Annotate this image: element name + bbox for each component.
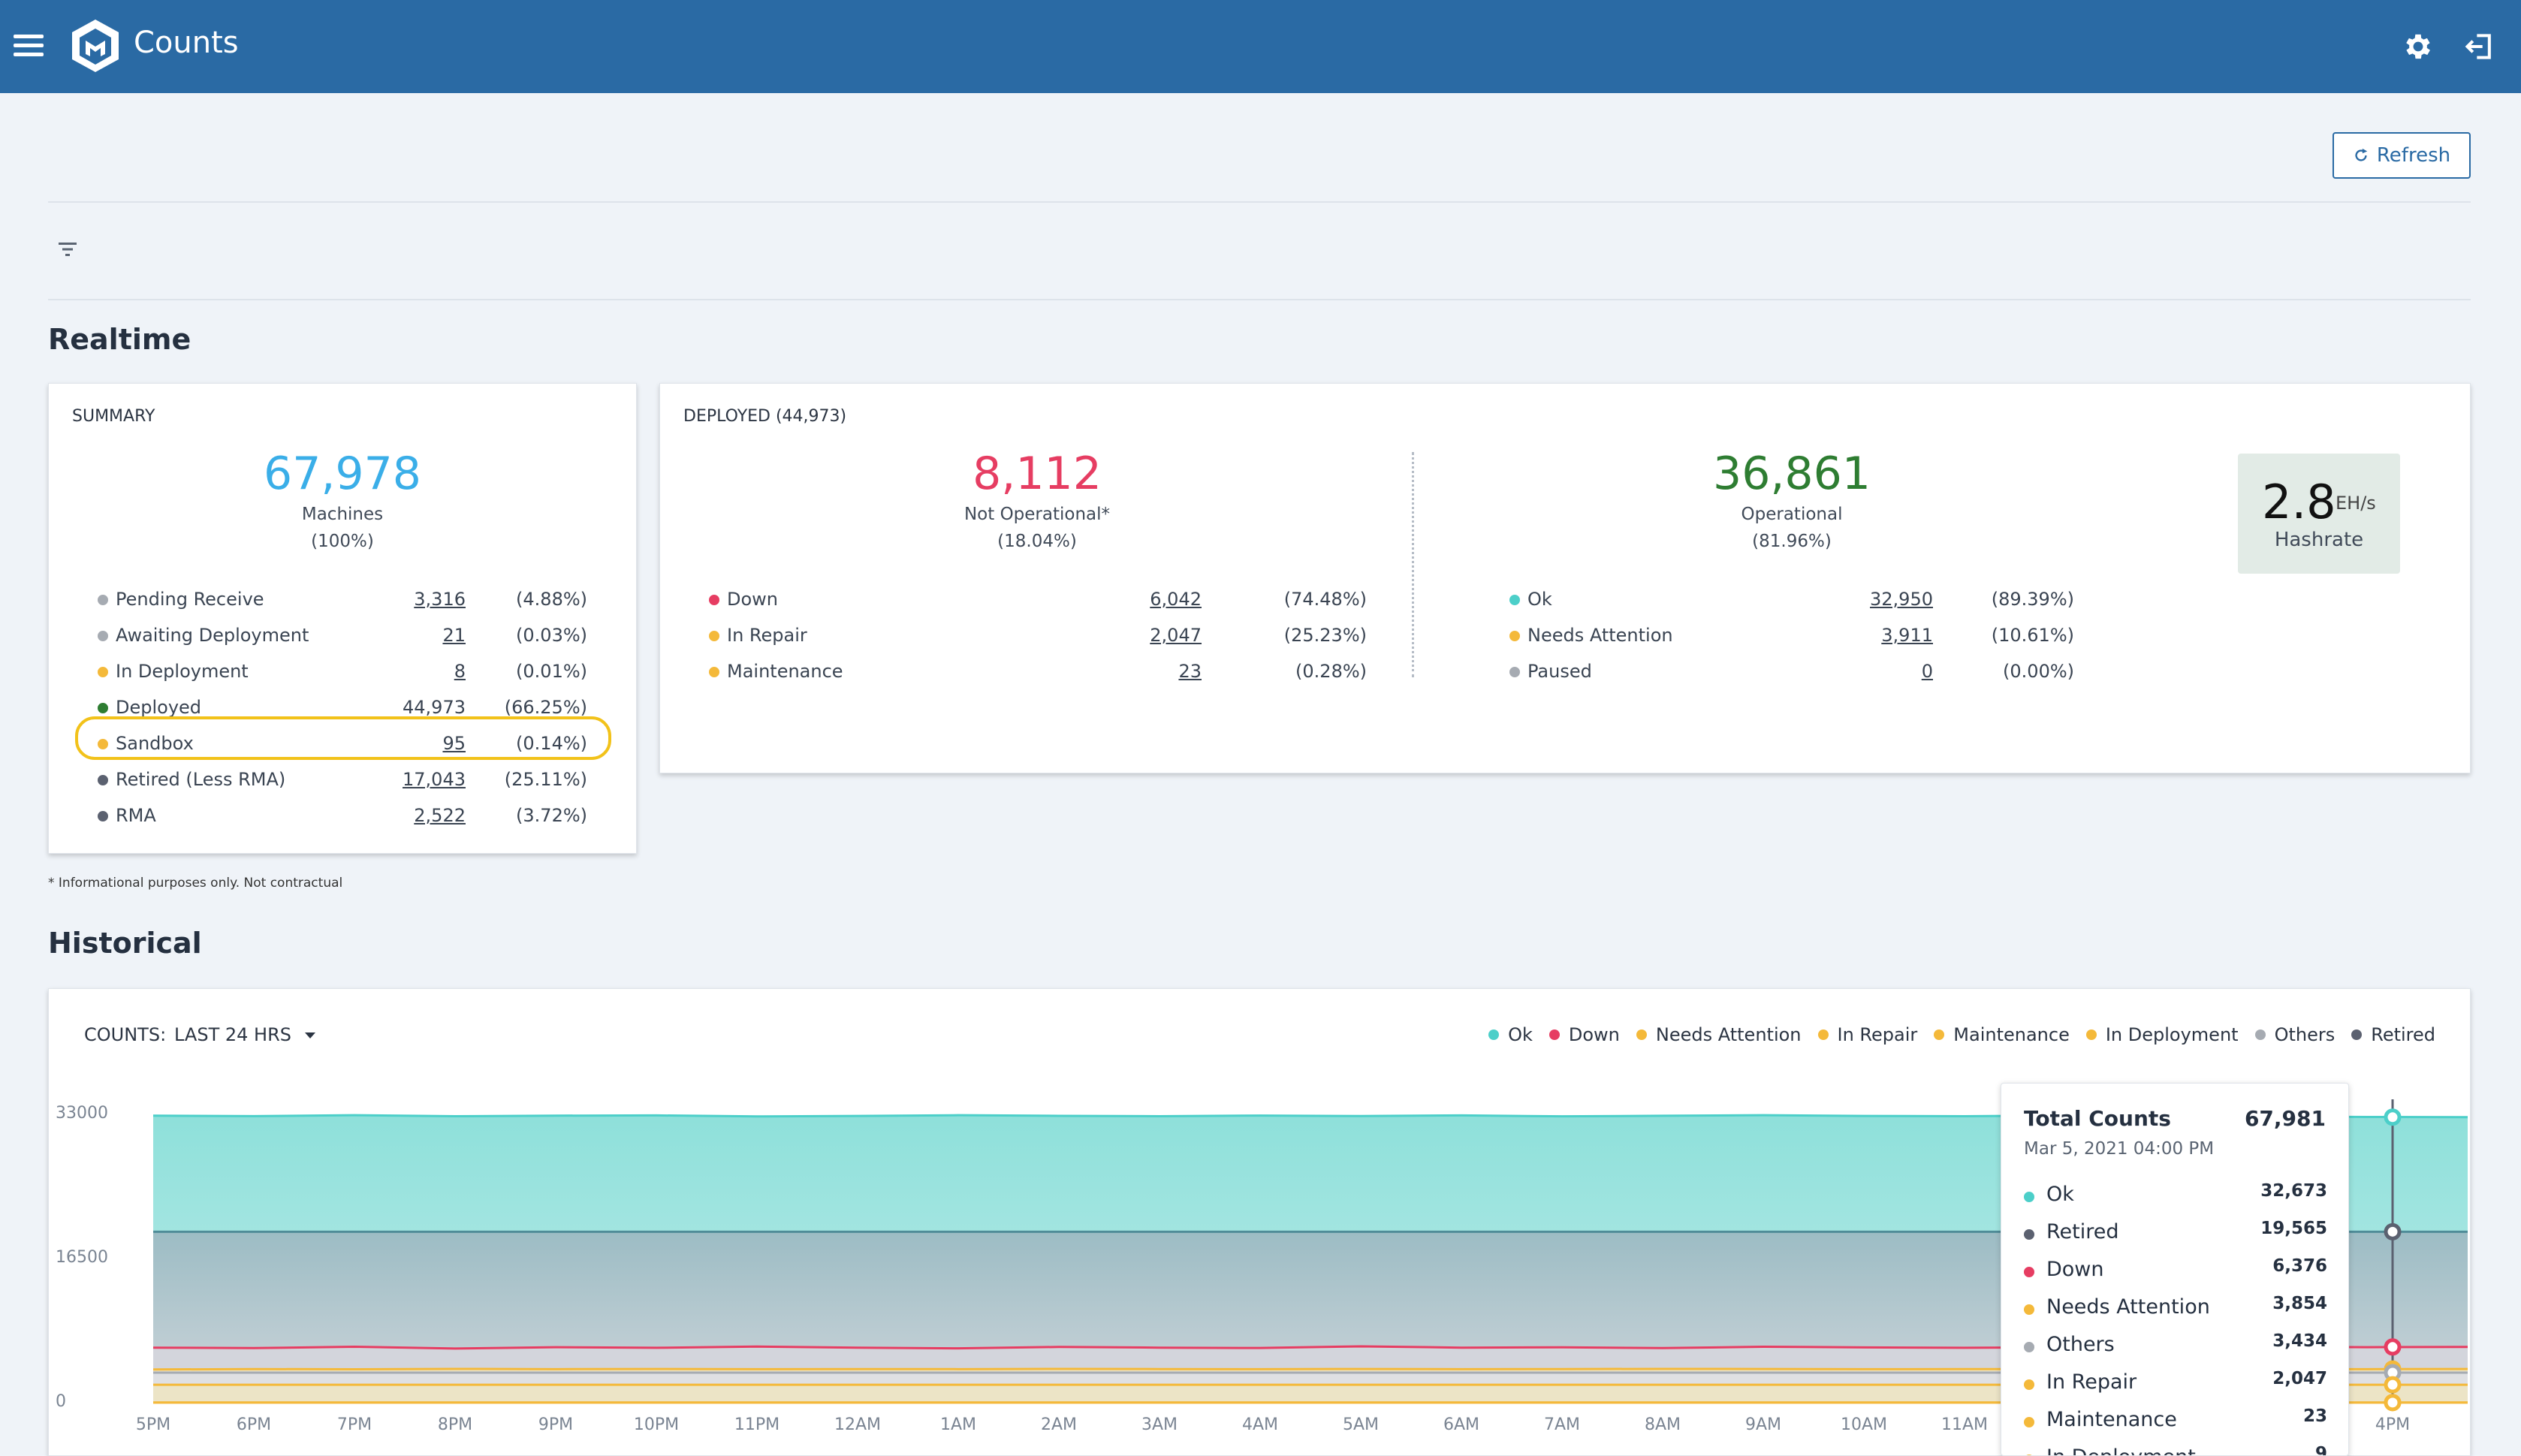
- x-tick-label: 7AM: [1544, 1415, 1580, 1434]
- tooltip-value: 9: [2314, 1444, 2327, 1456]
- tooltip-value: 3,854: [2272, 1294, 2327, 1313]
- x-tick-label: 3AM: [1141, 1415, 1178, 1434]
- tooltip-label: In Deployment: [2046, 1445, 2196, 1455]
- hover-point: [2384, 1394, 2402, 1412]
- tooltip-row: Ok 32,673: [2024, 1180, 2327, 1217]
- tooltip-dot: [2024, 1192, 2034, 1202]
- tooltip-row: In Deployment 9: [2024, 1442, 2327, 1456]
- x-tick-label: 11AM: [1941, 1415, 1988, 1434]
- tooltip-label: Needs Attention: [2046, 1295, 2210, 1319]
- hover-point: [2384, 1338, 2402, 1356]
- x-tick-label: 11PM: [734, 1415, 780, 1434]
- tooltip-total: 67,981: [2244, 1106, 2326, 1131]
- tooltip-value: 23: [2302, 1406, 2327, 1426]
- x-tick-label: 4PM: [2375, 1415, 2410, 1434]
- tooltip-row: Maintenance 23: [2024, 1405, 2327, 1442]
- tooltip-label: Others: [2046, 1333, 2115, 1356]
- tooltip-value: 2,047: [2272, 1369, 2327, 1388]
- tooltip-value: 32,673: [2260, 1181, 2327, 1201]
- tooltip-label: Ok: [2046, 1183, 2074, 1206]
- tooltip-dot: [2024, 1379, 2034, 1390]
- x-tick-label: 9PM: [538, 1415, 573, 1434]
- x-tick-label: 7PM: [337, 1415, 372, 1434]
- x-tick-label: 10AM: [1841, 1415, 1887, 1434]
- x-tick-label: 1AM: [940, 1415, 976, 1434]
- tooltip-label: Retired: [2046, 1220, 2119, 1243]
- tooltip-dot: [2024, 1267, 2034, 1277]
- tooltip-value: 19,565: [2260, 1219, 2327, 1238]
- tooltip-date: Mar 5, 2021 04:00 PM: [2024, 1139, 2215, 1159]
- tooltip-value: 6,376: [2272, 1256, 2327, 1276]
- tooltip-dot: [2024, 1304, 2034, 1315]
- hover-point: [2384, 1108, 2402, 1126]
- x-tick-label: 5PM: [136, 1415, 170, 1434]
- tooltip-title: Total Counts: [2024, 1106, 2171, 1131]
- tooltip-row: Others 3,434: [2024, 1330, 2327, 1367]
- x-tick-label: 12AM: [834, 1415, 881, 1434]
- tooltip-dot: [2024, 1417, 2034, 1427]
- x-tick-label: 9AM: [1745, 1415, 1781, 1434]
- tooltip-dot: [2024, 1229, 2034, 1240]
- tooltip-label: Down: [2046, 1258, 2104, 1281]
- x-tick-label: 6PM: [237, 1415, 271, 1434]
- chart-tooltip: Total Counts 67,981 Mar 5, 2021 04:00 PM…: [2001, 1083, 2349, 1456]
- x-tick-label: 2AM: [1041, 1415, 1077, 1434]
- tooltip-row: Retired 19,565: [2024, 1217, 2327, 1255]
- x-tick-label: 4AM: [1242, 1415, 1278, 1434]
- x-tick-label: 5AM: [1343, 1415, 1379, 1434]
- x-tick-label: 6AM: [1443, 1415, 1479, 1434]
- x-tick-label: 8PM: [438, 1415, 472, 1434]
- x-tick-label: 10PM: [634, 1415, 679, 1434]
- tooltip-row: In Repair 2,047: [2024, 1367, 2327, 1405]
- tooltip-row: Needs Attention 3,854: [2024, 1292, 2327, 1330]
- x-tick-label: 8AM: [1645, 1415, 1681, 1434]
- tooltip-label: Maintenance: [2046, 1408, 2177, 1431]
- tooltip-value: 3,434: [2272, 1331, 2327, 1351]
- tooltip-label: In Repair: [2046, 1370, 2137, 1394]
- hover-point: [2384, 1222, 2402, 1240]
- hover-point: [2384, 1376, 2402, 1394]
- tooltip-dot: [2024, 1342, 2034, 1352]
- tooltip-row: Down 6,376: [2024, 1255, 2327, 1292]
